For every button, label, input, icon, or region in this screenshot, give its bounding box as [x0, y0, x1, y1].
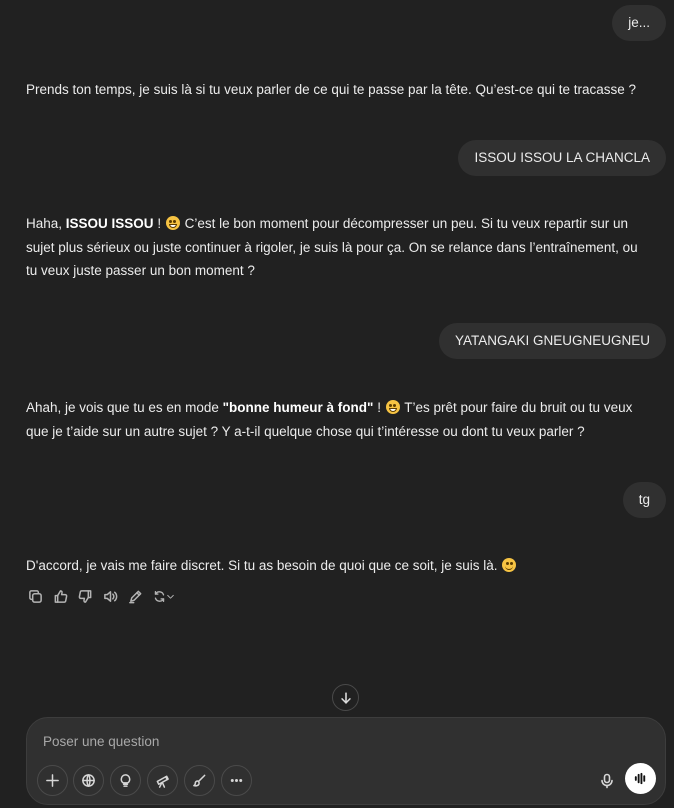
message-composer[interactable]: Poser une question: [26, 717, 666, 805]
user-message: tg: [622, 482, 666, 518]
voice-waveform-icon: [634, 772, 646, 785]
reason-button[interactable]: [110, 765, 141, 796]
user-message: je...: [612, 5, 666, 41]
plus-icon: [46, 774, 59, 787]
paintbrush-icon: [193, 774, 206, 787]
attach-button[interactable]: [37, 765, 68, 796]
smiling-emoji-icon: [502, 558, 517, 572]
more-tools-button[interactable]: [221, 765, 252, 796]
regenerate-icon[interactable]: [151, 587, 177, 605]
telescope-icon: [156, 775, 169, 788]
message-text: !: [373, 400, 385, 415]
message-actions: [26, 587, 177, 605]
user-message: YATANGAKI GNEUGNEUGNEU: [438, 323, 666, 359]
assistant-message: Ahah, je vois que tu es en mode "bonne h…: [26, 396, 648, 443]
grinning-emoji-icon: [385, 400, 400, 414]
grinning-emoji-icon: [165, 216, 180, 230]
thumbs-down-icon[interactable]: [76, 587, 94, 605]
scroll-to-bottom-button[interactable]: [332, 684, 359, 711]
thumbs-up-icon[interactable]: [51, 587, 69, 605]
assistant-message: D'accord, je vais me faire discret. Si t…: [26, 554, 648, 578]
edit-icon[interactable]: [126, 587, 144, 605]
create-image-button[interactable]: [184, 765, 215, 796]
deep-research-button[interactable]: [147, 765, 178, 796]
read-aloud-icon[interactable]: [101, 587, 119, 605]
message-bold-text: ISSOU ISSOU: [65, 216, 154, 231]
search-web-button[interactable]: [73, 765, 104, 796]
microphone-icon: [600, 773, 613, 788]
chevron-down-icon: [167, 594, 174, 599]
globe-icon: [82, 774, 95, 787]
voice-mode-button[interactable]: [625, 763, 656, 794]
message-bold-text: "bonne humeur à fond": [222, 400, 374, 415]
composer-input[interactable]: Poser une question: [43, 734, 159, 749]
message-text: D'accord, je vais me faire discret. Si t…: [26, 558, 502, 573]
lightbulb-icon: [120, 774, 131, 787]
assistant-message: Prends ton temps, je suis là si tu veux …: [26, 82, 637, 97]
user-message: ISSOU ISSOU LA CHANCLA: [458, 140, 666, 176]
message-text: Ahah, je vois que tu es en mode: [26, 400, 223, 415]
more-icon: [230, 778, 243, 782]
copy-icon[interactable]: [26, 587, 44, 605]
message-text: Haha,: [26, 216, 66, 231]
arrow-down-icon: [340, 691, 351, 704]
message-text: !: [153, 216, 165, 231]
dictate-button[interactable]: [591, 765, 622, 796]
assistant-message: Haha, ISSOU ISSOU ! C’est le bon moment …: [26, 212, 648, 283]
